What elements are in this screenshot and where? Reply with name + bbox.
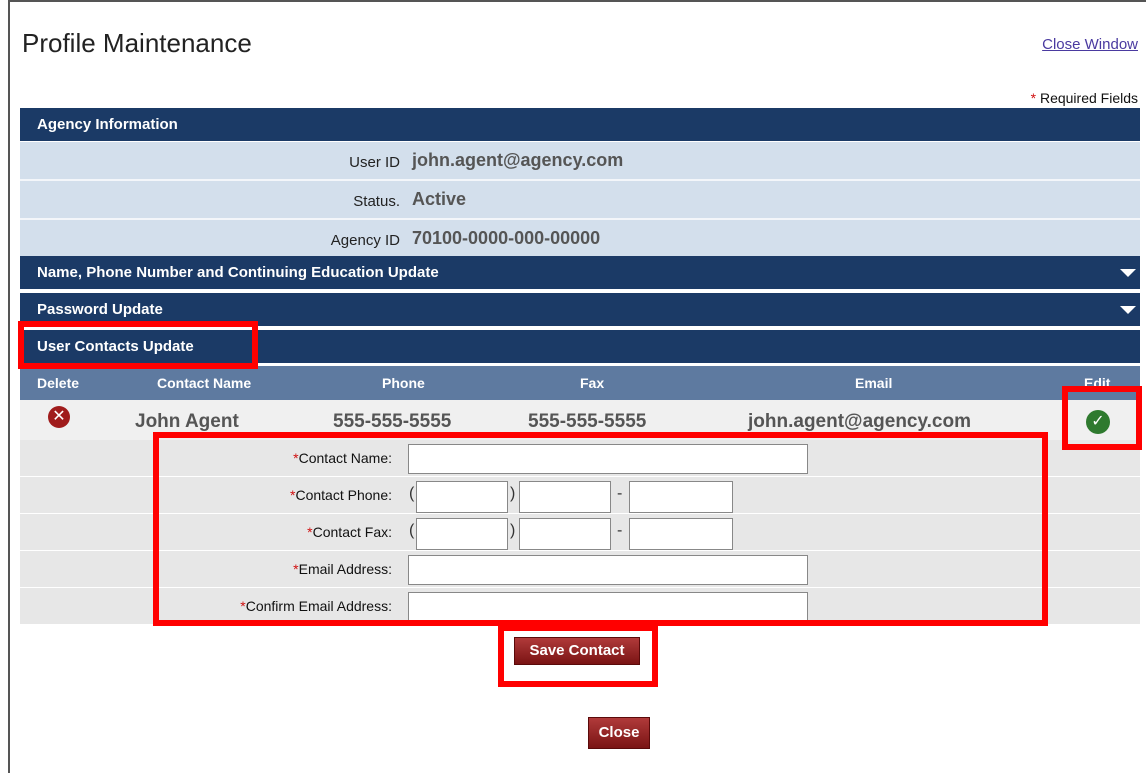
status-row: Status. Active <box>20 181 1140 220</box>
column-header-delete: Delete <box>37 375 80 391</box>
required-fields-note: * Required Fields <box>1031 90 1138 106</box>
phone-cell: 555-555-5555 <box>333 411 452 432</box>
user-id-row: User ID john.agent@agency.com <box>20 142 1140 181</box>
agency-id-label: Agency ID <box>330 232 400 249</box>
section-title: Name, Phone Number and Continuing Educat… <box>37 264 439 281</box>
email-cell: john.agent@agency.com <box>748 411 971 432</box>
user-id-value: john.agent@agency.com <box>412 150 624 170</box>
chevron-down-icon[interactable] <box>1120 306 1136 314</box>
chevron-down-icon[interactable] <box>1120 269 1136 277</box>
contact-name-cell: John Agent <box>135 411 239 432</box>
close-button[interactable]: Close <box>588 717 650 749</box>
status-label: Status. <box>353 193 400 210</box>
user-id-label: User ID <box>349 154 400 171</box>
section-agency-information: Agency Information <box>20 108 1140 142</box>
required-fields-text: Required Fields <box>1036 90 1138 106</box>
highlight-contact-form <box>153 432 1048 626</box>
highlight-edit-icon <box>1062 386 1142 450</box>
highlight-user-contacts-section <box>18 321 258 369</box>
section-title: Agency Information <box>37 116 178 133</box>
column-header-fax: Fax <box>580 375 605 391</box>
fax-cell: 555-555-5555 <box>528 411 647 432</box>
section-name-phone-update[interactable]: Name, Phone Number and Continuing Educat… <box>20 256 1140 290</box>
column-header-phone: Phone <box>382 375 425 391</box>
agency-id-row: Agency ID 70100-0000-000-00000 <box>20 220 1140 259</box>
delete-icon[interactable]: ✕ <box>48 406 70 428</box>
close-window-link[interactable]: Close Window <box>1042 36 1138 53</box>
agency-id-value: 70100-0000-000-00000 <box>412 228 601 248</box>
column-header-email: Email <box>855 375 893 391</box>
column-header-contact-name: Contact Name <box>157 375 252 391</box>
section-title: Password Update <box>37 301 163 318</box>
contacts-table-header: Delete Contact Name Phone Fax Email Edit <box>20 366 1140 400</box>
highlight-save-contact <box>498 625 658 687</box>
status-value: Active <box>412 189 467 209</box>
page-title: Profile Maintenance <box>22 28 252 58</box>
